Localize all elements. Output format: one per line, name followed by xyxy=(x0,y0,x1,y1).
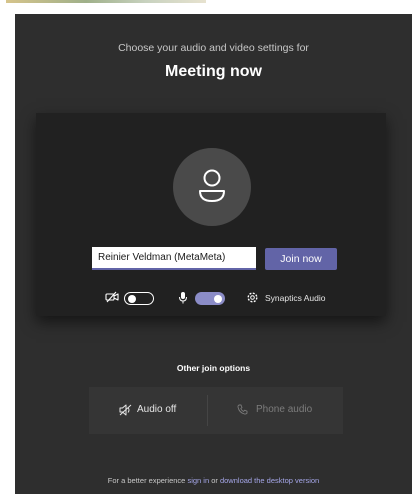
meeting-title: Meeting now xyxy=(165,63,262,80)
pre-join-panel: Choose your audio and video settings for… xyxy=(15,14,412,494)
footer-middle: or xyxy=(209,476,220,485)
other-join-options: Audio off Phone audio xyxy=(89,387,343,434)
avatar xyxy=(173,148,251,226)
browser-top-strip xyxy=(0,0,412,14)
speaker-off-icon xyxy=(119,404,132,416)
camera-toggle[interactable] xyxy=(124,292,154,305)
camera-off-icon xyxy=(105,291,119,303)
footer-text: For a better experience sign in or downl… xyxy=(15,476,412,485)
microphone-icon xyxy=(179,292,187,304)
camera-toggle-knob xyxy=(128,294,136,303)
phone-audio-label: Phone audio xyxy=(256,404,313,415)
display-name-input[interactable] xyxy=(92,247,256,270)
background-thumbnail xyxy=(6,0,206,3)
join-now-button[interactable]: Join now xyxy=(265,248,337,270)
gear-icon[interactable] xyxy=(246,291,259,304)
video-preview: Join now xyxy=(36,113,386,316)
options-divider xyxy=(207,395,208,426)
microphone-toggle-knob xyxy=(214,294,222,303)
app-root: Choose your audio and video settings for… xyxy=(0,0,412,494)
audio-off-option[interactable]: Audio off xyxy=(89,387,209,434)
phone-icon xyxy=(237,404,248,415)
sign-in-link[interactable]: sign in xyxy=(187,476,209,485)
device-controls: Synaptics Audio xyxy=(36,288,386,308)
audio-device-label[interactable]: Synaptics Audio xyxy=(265,293,325,303)
footer-prefix: For a better experience xyxy=(107,476,188,485)
microphone-toggle[interactable] xyxy=(195,292,225,305)
download-desktop-link[interactable]: download the desktop version xyxy=(220,476,319,485)
person-icon xyxy=(199,169,225,202)
other-join-options-heading: Other join options xyxy=(176,363,251,373)
settings-subtitle: Choose your audio and video settings for xyxy=(118,42,309,54)
audio-off-label: Audio off xyxy=(137,404,177,415)
phone-audio-option[interactable]: Phone audio xyxy=(211,387,343,434)
